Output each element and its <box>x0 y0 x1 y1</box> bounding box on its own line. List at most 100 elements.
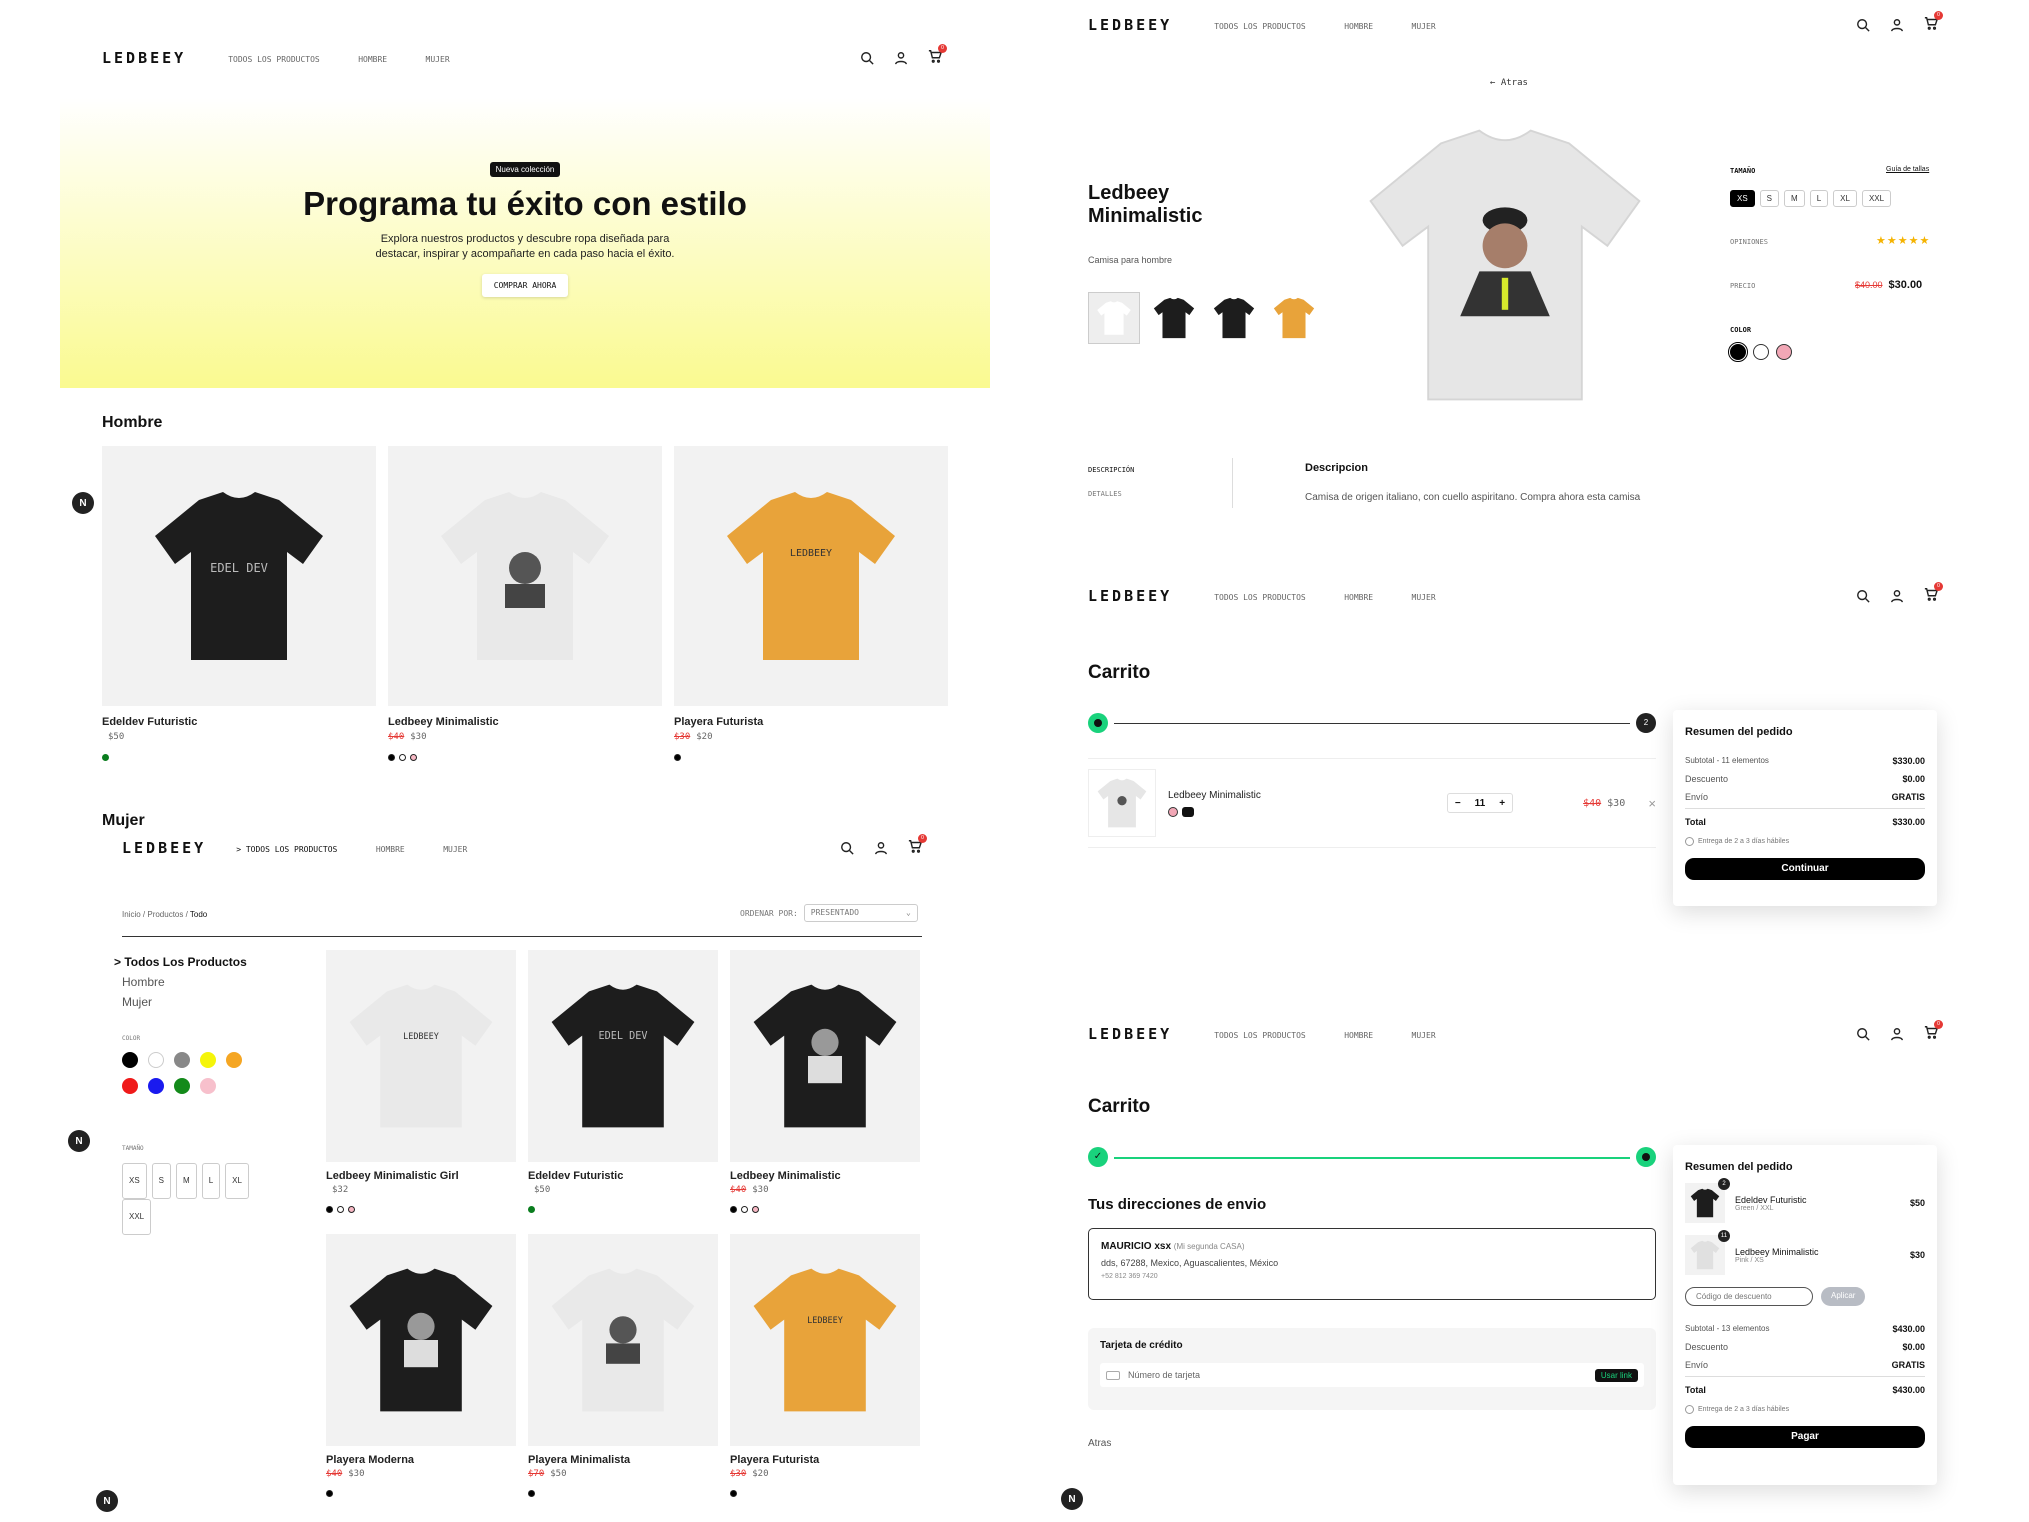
swatch-green[interactable] <box>528 1206 535 1213</box>
nav-men[interactable]: HOMBRE <box>1344 593 1373 602</box>
swatch-white[interactable] <box>399 754 406 761</box>
use-link-button[interactable]: Usar link <box>1594 1368 1638 1382</box>
logo[interactable]: LEDBEEY <box>1088 587 1172 605</box>
product-image[interactable] <box>730 950 920 1162</box>
swatch-white[interactable] <box>1753 344 1769 360</box>
swatch-black[interactable] <box>326 1206 333 1213</box>
product-card[interactable]: Playera Moderna $40 $30 <box>326 1234 516 1502</box>
swatch-white[interactable] <box>148 1052 164 1068</box>
swatch-red[interactable] <box>122 1078 138 1094</box>
nav-men[interactable]: HOMBRE <box>358 55 387 64</box>
swatch-black[interactable] <box>674 754 681 761</box>
swatch-pink[interactable] <box>1776 344 1792 360</box>
address-card[interactable]: MAURICIO xsx (Mi segunda CASA) dds, 6728… <box>1088 1228 1656 1300</box>
pay-button[interactable]: Pagar <box>1685 1426 1925 1448</box>
nav-women[interactable]: MUJER <box>1412 22 1436 31</box>
swatch-black[interactable] <box>730 1490 737 1497</box>
swatch-black[interactable] <box>326 1490 333 1497</box>
product-card[interactable]: Ledbeey Minimalistic $40 $30 <box>730 950 920 1218</box>
product-name[interactable]: Edeldev Futuristic <box>528 1170 718 1182</box>
decrease-button[interactable]: − <box>1448 798 1468 809</box>
crumb-home[interactable]: Inicio / <box>122 910 145 919</box>
product-name[interactable]: Ledbeey Minimalistic Girl <box>326 1170 516 1182</box>
thumbnail-orange[interactable] <box>1268 292 1320 344</box>
swatch-orange[interactable] <box>226 1052 242 1068</box>
nav-all-products[interactable]: TODOS LOS PRODUCTOS <box>228 55 320 64</box>
product-name[interactable]: Edeldev Futuristic <box>102 716 376 728</box>
logo[interactable]: LEDBEEY <box>102 49 186 67</box>
back-link[interactable]: Atras <box>1088 1438 1111 1449</box>
product-name[interactable]: Playera Minimalista <box>528 1454 718 1466</box>
swatch-pink[interactable] <box>752 1206 759 1213</box>
size-xxl[interactable]: XXL <box>1861 190 1892 207</box>
user-icon[interactable] <box>1890 589 1904 603</box>
logo[interactable]: LEDBEEY <box>122 839 206 857</box>
swatch-black[interactable] <box>1728 342 1748 362</box>
product-card[interactable]: Playera Minimalista $70 $50 <box>528 1234 718 1502</box>
nav-men[interactable]: HOMBRE <box>1344 22 1373 31</box>
nav-men[interactable]: HOMBRE <box>1344 1031 1373 1040</box>
next-badge[interactable]: N <box>1061 1488 1083 1510</box>
swatch-white[interactable] <box>741 1206 748 1213</box>
nav-women[interactable]: MUJER <box>443 845 467 854</box>
search-icon[interactable] <box>1856 18 1870 32</box>
size-xxl[interactable]: XXL <box>122 1199 152 1235</box>
category-all[interactable]: > Todos Los Productos <box>114 952 247 972</box>
swatch-pink[interactable] <box>200 1078 216 1094</box>
product-name[interactable]: Playera Moderna <box>326 1454 516 1466</box>
swatch-black[interactable] <box>388 754 395 761</box>
apply-button[interactable]: Aplicar <box>1821 1287 1866 1306</box>
product-card[interactable]: EDEL DEV Edeldev Futuristic $50 <box>528 950 718 1218</box>
swatch-black[interactable] <box>122 1052 138 1068</box>
tab-description[interactable]: DESCRIPCIÓN <box>1088 466 1134 474</box>
coupon-input[interactable]: Código de descuento <box>1685 1287 1813 1306</box>
product-image[interactable] <box>528 1234 718 1446</box>
swatch-blue[interactable] <box>148 1078 164 1094</box>
user-icon[interactable] <box>1890 1027 1904 1041</box>
cart-item-name[interactable]: Ledbeey Minimalistic <box>1168 790 1261 801</box>
search-icon[interactable] <box>1856 1027 1870 1041</box>
nav-women[interactable]: MUJER <box>1412 593 1436 602</box>
logo[interactable]: LEDBEEY <box>1088 1025 1172 1043</box>
nav-all-products[interactable]: TODOS LOS PRODUCTOS <box>1214 593 1306 602</box>
logo[interactable]: LEDBEEY <box>1088 16 1172 34</box>
remove-item-icon[interactable]: × <box>1648 796 1656 811</box>
size-m[interactable]: M <box>176 1163 197 1199</box>
product-card[interactable]: LEDBEEY Ledbeey Minimalistic Girl $32 <box>326 950 516 1218</box>
swatch-green[interactable] <box>174 1078 190 1094</box>
increase-button[interactable]: + <box>1492 798 1512 809</box>
category-women[interactable]: Mujer <box>114 992 247 1012</box>
sort-select[interactable]: PRESENTADO ⌄ <box>803 904 918 922</box>
size-xl[interactable]: XL <box>225 1163 249 1199</box>
nav-all-products[interactable]: TODOS LOS PRODUCTOS <box>1214 22 1306 31</box>
swatch-pink[interactable] <box>410 754 417 761</box>
size-xs[interactable]: XS <box>122 1163 147 1199</box>
nav-all-products[interactable]: > TODOS LOS PRODUCTOS <box>236 845 337 854</box>
product-image[interactable] <box>388 446 662 706</box>
nav-men[interactable]: HOMBRE <box>376 845 405 854</box>
product-name[interactable]: Playera Futurista <box>730 1454 920 1466</box>
product-name[interactable]: Ledbeey Minimalistic <box>730 1170 920 1182</box>
user-icon[interactable] <box>874 841 888 855</box>
search-icon[interactable] <box>860 51 874 65</box>
product-image[interactable]: LEDBEEY <box>674 446 948 706</box>
product-image[interactable]: EDEL DEV <box>102 446 376 706</box>
product-name[interactable]: Playera Futurista <box>674 716 948 728</box>
tab-details[interactable]: DETALLES <box>1088 490 1122 498</box>
nav-women[interactable]: MUJER <box>1412 1031 1436 1040</box>
size-l[interactable]: L <box>1809 190 1829 207</box>
swatch-black[interactable] <box>730 1206 737 1213</box>
search-icon[interactable] <box>840 841 854 855</box>
product-image[interactable]: LEDBEEY <box>326 950 516 1162</box>
thumbnail-black[interactable] <box>1148 292 1200 344</box>
product-image[interactable] <box>326 1234 516 1446</box>
product-card[interactable]: LEDBEEY Playera Futurista $30 $20 <box>674 446 948 766</box>
swatch-pink[interactable] <box>348 1206 355 1213</box>
thumbnail-black-2[interactable] <box>1208 292 1260 344</box>
nav-all-products[interactable]: TODOS LOS PRODUCTOS <box>1214 1031 1306 1040</box>
nav-women[interactable]: MUJER <box>426 55 450 64</box>
star-rating[interactable]: ★★★★★ <box>1876 234 1930 247</box>
product-image[interactable]: EDEL DEV <box>528 950 718 1162</box>
thumbnail-white[interactable] <box>1088 292 1140 344</box>
swatch-green[interactable] <box>102 754 109 761</box>
